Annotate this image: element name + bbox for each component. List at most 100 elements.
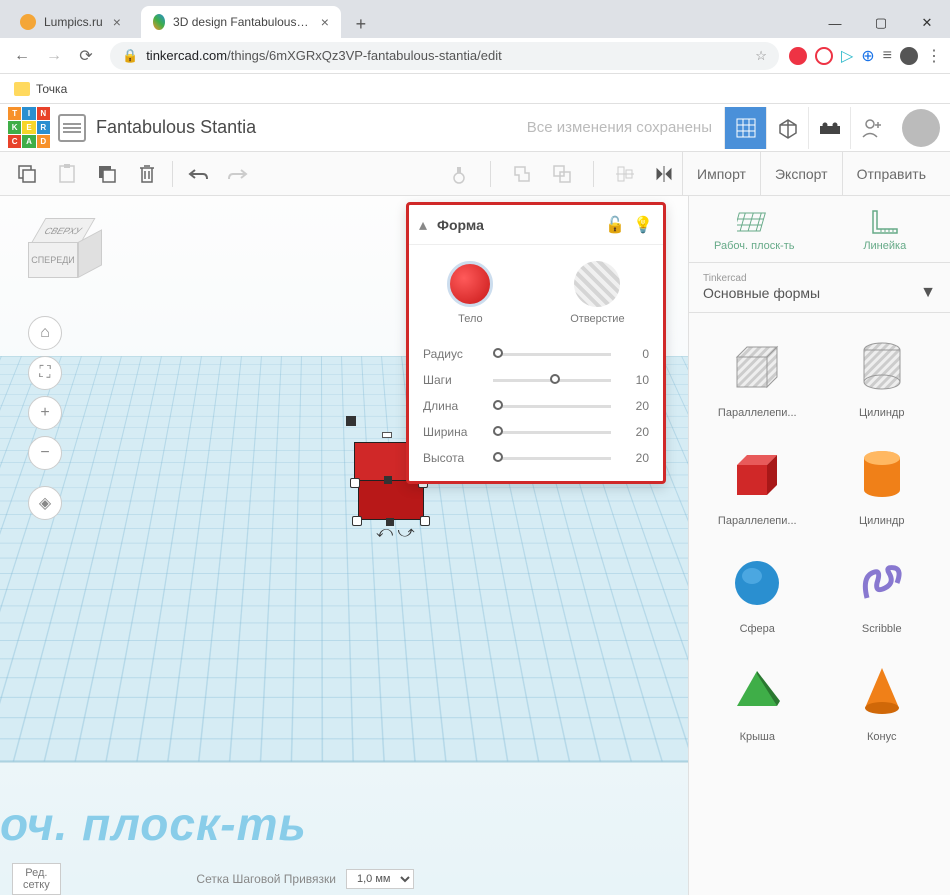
chevron-down-icon: ▼	[920, 284, 936, 302]
ext-icon[interactable]: ≡	[883, 47, 892, 65]
minecraft-button[interactable]	[766, 107, 808, 149]
param-slider[interactable]	[493, 379, 611, 382]
menu-icon[interactable]: ⋮	[926, 46, 942, 66]
back-button[interactable]: ←	[8, 42, 36, 70]
visibility-button[interactable]	[442, 157, 476, 191]
browser-tab-1[interactable]: 3D design Fantabulous Stantia | T ×	[141, 6, 341, 38]
lego-button[interactable]	[808, 107, 850, 149]
fit-view-button[interactable]: ⛶	[28, 356, 62, 390]
copy-button[interactable]	[10, 157, 44, 191]
param-value[interactable]: 10	[621, 373, 649, 387]
param-slider[interactable]	[493, 431, 611, 434]
tinkercad-logo[interactable]: TIN KER CAD	[8, 107, 50, 149]
duplicate-button[interactable]	[90, 157, 124, 191]
param-label: Ширина	[423, 425, 483, 439]
tab-favicon	[20, 14, 36, 30]
shape-label: Параллелепи...	[718, 407, 797, 419]
tab-title: 3D design Fantabulous Stantia | T	[173, 15, 311, 29]
import-button[interactable]: Импорт	[682, 152, 760, 196]
shape-item-4[interactable]: Сфера	[695, 535, 820, 643]
maximize-button[interactable]: ▢	[858, 8, 904, 38]
param-slider[interactable]	[493, 353, 611, 356]
close-icon[interactable]: ×	[321, 14, 329, 30]
viewcube-front[interactable]: СПЕРЕДИ	[28, 242, 78, 278]
reload-button[interactable]: ⟳	[72, 42, 100, 70]
hole-swatch[interactable]	[574, 261, 620, 307]
snap-select[interactable]: 1,0 мм	[346, 869, 414, 889]
project-name[interactable]: Fantabulous Stantia	[96, 117, 256, 138]
ortho-view-button[interactable]: ◈	[28, 486, 62, 520]
bulb-icon[interactable]: 💡	[633, 215, 653, 235]
new-tab-button[interactable]: +	[347, 10, 375, 38]
solid-label: Тело	[458, 313, 483, 325]
category-dropdown[interactable]: Tinkercad Основные формы ▼	[689, 263, 950, 313]
collapse-icon[interactable]: ▴	[419, 215, 427, 235]
minimize-button[interactable]: —	[812, 8, 858, 38]
shape-item-6[interactable]: Крыша	[695, 643, 820, 751]
user-avatar[interactable]	[902, 109, 940, 147]
url-input[interactable]: 🔒 tinkercad.com/things/6mXGRxQz3VP-fanta…	[110, 42, 779, 70]
ext-icon[interactable]	[789, 47, 807, 65]
undo-button[interactable]	[181, 157, 215, 191]
delete-button[interactable]	[130, 157, 164, 191]
param-slider[interactable]	[493, 405, 611, 408]
ungroup-button[interactable]	[545, 157, 579, 191]
paste-button[interactable]	[50, 157, 84, 191]
align-button[interactable]	[608, 157, 642, 191]
ruler-tool[interactable]: Линейка	[820, 196, 950, 262]
shape-preview	[699, 543, 816, 623]
export-button[interactable]: Экспорт	[760, 152, 842, 196]
shape-item-0[interactable]: Параллелепи...	[695, 319, 820, 427]
shape-item-2[interactable]: Параллелепи...	[695, 427, 820, 535]
extensions: ▷ ⊕ ≡ ⋮	[789, 46, 942, 66]
mirror-button[interactable]	[648, 157, 682, 191]
param-value[interactable]: 20	[621, 451, 649, 465]
param-label: Длина	[423, 399, 483, 413]
workplane-tool[interactable]: Рабоч. плоск-ть	[689, 196, 820, 262]
panel-title: Форма	[437, 217, 597, 233]
view-grid-button[interactable]	[724, 107, 766, 149]
zoom-out-button[interactable]: −	[28, 436, 62, 470]
category-big: Основные формы	[703, 285, 820, 301]
star-icon[interactable]: ☆	[755, 48, 767, 64]
close-icon[interactable]: ×	[113, 14, 121, 30]
shape-item-1[interactable]: Цилиндр	[820, 319, 945, 427]
redo-button[interactable]	[221, 157, 255, 191]
tab-favicon	[153, 14, 165, 30]
workplane-label: Рабоч. плоск-ть	[714, 240, 794, 252]
param-value[interactable]: 20	[621, 425, 649, 439]
shape-item-3[interactable]: Цилиндр	[820, 427, 945, 535]
profile-avatar[interactable]	[900, 47, 918, 65]
close-window-button[interactable]: ✕	[904, 8, 950, 38]
document-icon[interactable]	[58, 114, 86, 142]
ruler-label: Линейка	[863, 240, 906, 252]
send-button[interactable]: Отправить	[842, 152, 940, 196]
ext-icon[interactable]: ⊕	[861, 46, 874, 66]
group-button[interactable]	[505, 157, 539, 191]
viewcube[interactable]: СВЕРХУ СПЕРЕДИ	[28, 218, 98, 288]
shape-item-7[interactable]: Конус	[820, 643, 945, 751]
forward-button[interactable]: →	[40, 42, 68, 70]
zoom-in-button[interactable]: +	[28, 396, 62, 430]
shape-preview	[699, 327, 816, 407]
param-value[interactable]: 20	[621, 399, 649, 413]
shape-item-5[interactable]: Scribble	[820, 535, 945, 643]
ext-icon[interactable]: ▷	[841, 46, 853, 66]
add-user-button[interactable]	[850, 107, 892, 149]
snap-label: Сетка Шаговой Привязки	[196, 872, 336, 886]
shape-label: Параллелепи...	[718, 515, 797, 527]
tab-title: Lumpics.ru	[44, 15, 103, 29]
edit-grid-button[interactable]: Ред. сетку	[12, 863, 61, 895]
lock-icon[interactable]: 🔓	[605, 215, 625, 235]
home-view-button[interactable]: ⌂	[28, 316, 62, 350]
bookmark-item[interactable]: Точка	[36, 82, 67, 96]
browser-tab-0[interactable]: Lumpics.ru ×	[8, 6, 133, 38]
solid-color-swatch[interactable]	[447, 261, 493, 307]
hole-option[interactable]: Отверстие	[570, 261, 624, 325]
shape-label: Конус	[867, 731, 896, 743]
solid-option[interactable]: Тело	[447, 261, 493, 325]
param-slider[interactable]	[493, 457, 611, 460]
canvas[interactable]: СВЕРХУ СПЕРЕДИ ⌂ ⛶ + − ◈ ⤺ ⤻ оч. плоск-т…	[0, 196, 688, 895]
param-value[interactable]: 0	[621, 347, 649, 361]
ext-icon[interactable]	[815, 47, 833, 65]
